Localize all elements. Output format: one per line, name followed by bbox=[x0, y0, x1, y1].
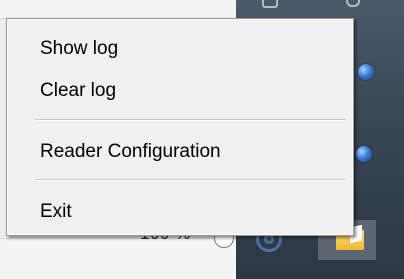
globe-icon[interactable] bbox=[356, 146, 372, 162]
globe-icon[interactable] bbox=[358, 64, 374, 80]
status-bar bbox=[0, 238, 236, 279]
menu-item-reader-configuration[interactable]: Reader Configuration bbox=[10, 136, 350, 168]
menu-item-label: Exit bbox=[40, 201, 72, 222]
app-window-titlebar bbox=[0, 0, 236, 19]
menu-item-label: Reader Configuration bbox=[40, 141, 221, 162]
context-menu: Show log Clear log Reader Configuration … bbox=[6, 18, 354, 236]
menu-item-exit[interactable]: Exit bbox=[10, 196, 350, 228]
menu-item-label: Clear log bbox=[40, 80, 117, 101]
menu-item-show-log[interactable]: Show log bbox=[10, 33, 350, 65]
menu-separator bbox=[35, 179, 345, 181]
menu-separator bbox=[35, 119, 345, 121]
menu-item-clear-log[interactable]: Clear log bbox=[10, 75, 350, 107]
screen: 100 % Show log Clear log Reader Configur… bbox=[0, 0, 404, 279]
menu-item-label: Show log bbox=[40, 38, 119, 59]
tray-partial-icon[interactable] bbox=[262, 0, 278, 8]
